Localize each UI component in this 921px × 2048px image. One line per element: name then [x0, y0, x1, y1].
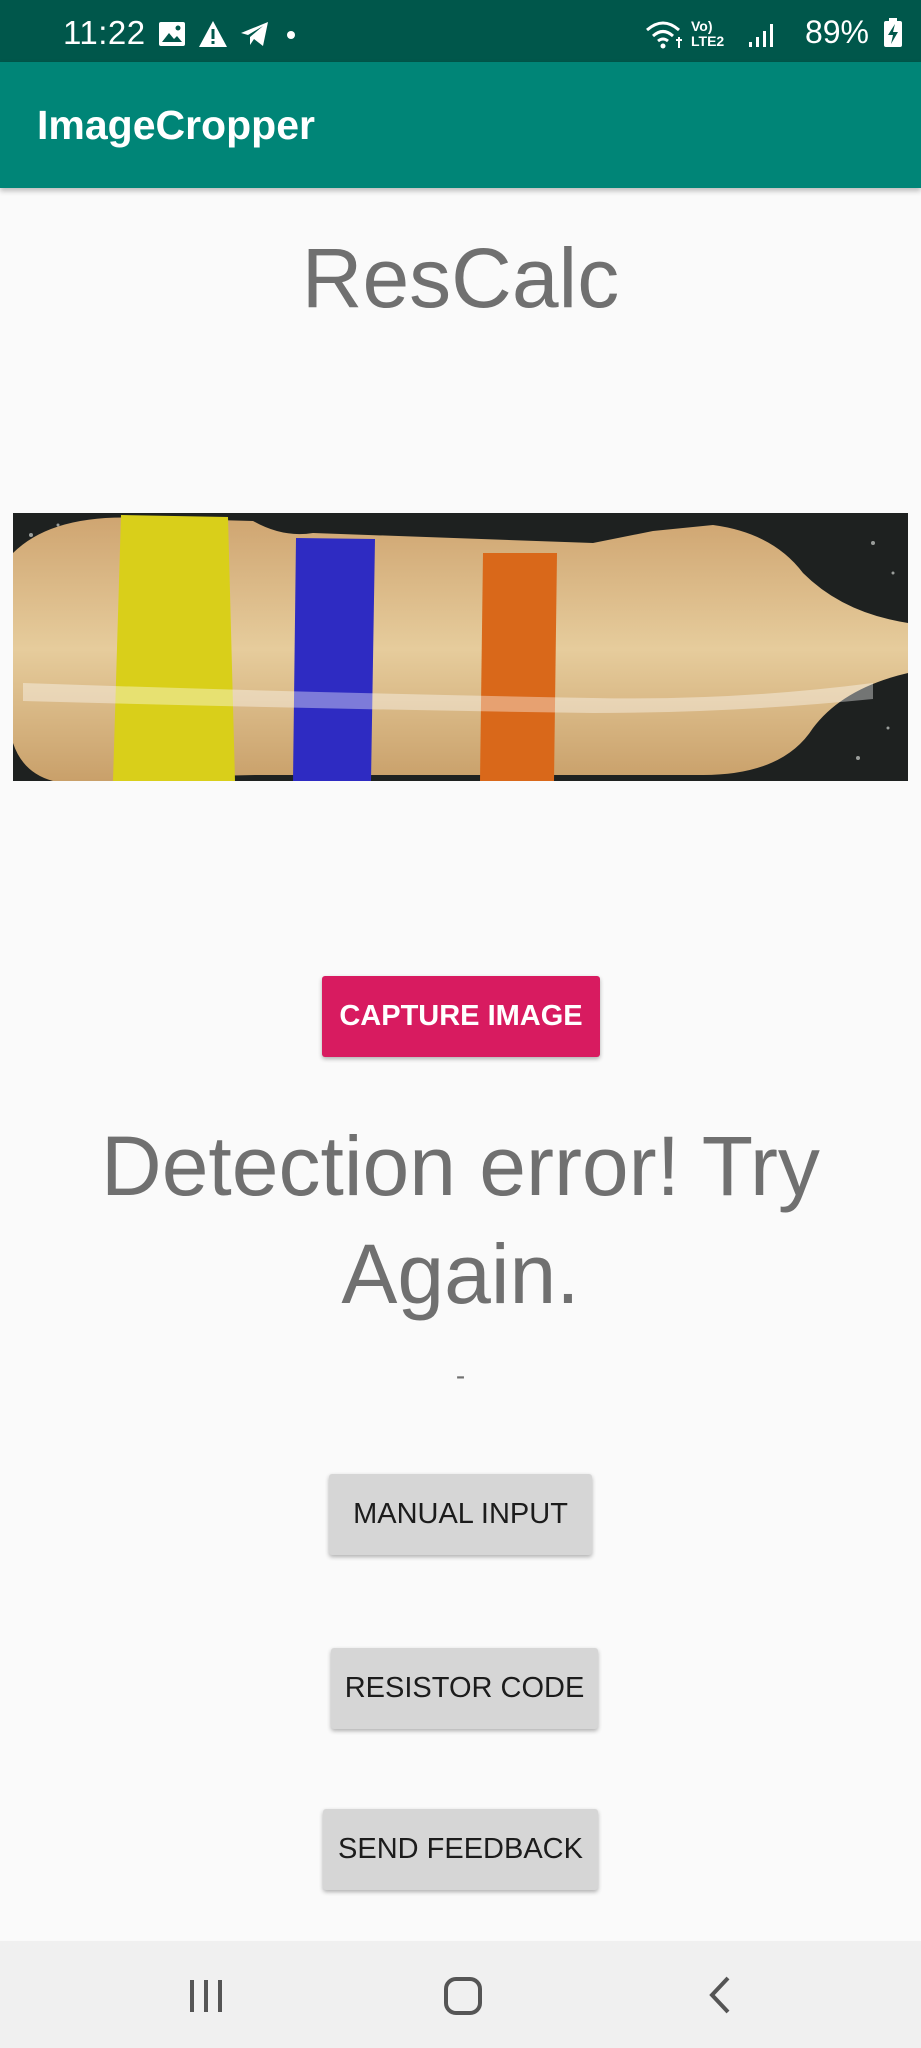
signal-icon [747, 22, 775, 53]
send-feedback-button[interactable]: SEND FEEDBACK [323, 1809, 598, 1890]
status-bar: 11:22 Vo) LTE2 89% [0, 0, 921, 62]
home-icon[interactable] [443, 1976, 483, 2021]
network-label: Vo) LTE2 [691, 18, 725, 49]
battery-charging-icon [883, 18, 903, 53]
back-icon[interactable] [706, 1975, 736, 2020]
detection-result-text: Detection error! Try Again. [101, 1119, 820, 1321]
app-title: ImageCropper [37, 102, 315, 148]
app-bar: ImageCropper [0, 62, 921, 188]
recent-apps-icon[interactable] [186, 1978, 226, 2019]
resistor-photo [13, 513, 908, 781]
status-time: 11:22 [63, 14, 146, 51]
resistor-code-button[interactable]: RESISTOR CODE [331, 1648, 598, 1729]
resistance-value-text: - [455, 1360, 466, 1391]
page-heading: ResCalc [301, 231, 620, 325]
battery-percent: 89% [804, 14, 869, 50]
wifi-icon [645, 20, 685, 55]
system-nav-bar [0, 1941, 921, 2048]
manual-input-button[interactable]: MANUAL INPUT [329, 1474, 592, 1555]
capture-image-button[interactable]: CAPTURE IMAGE [322, 976, 600, 1057]
image-icon [158, 20, 186, 53]
telegram-icon [240, 20, 270, 53]
dot-icon [286, 20, 296, 53]
alert-icon [198, 20, 228, 53]
